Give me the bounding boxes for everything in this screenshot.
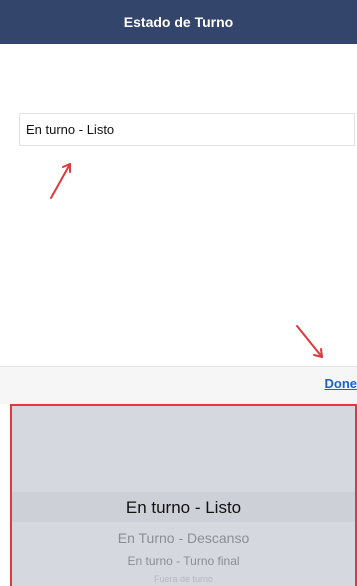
picker-toolbar: Done (0, 366, 357, 404)
picker-option[interactable]: Fuera de turno (12, 574, 355, 584)
page-title: Estado de Turno (123, 14, 234, 30)
done-button[interactable]: Done (325, 376, 357, 391)
annotation-arrow-icon (50, 163, 71, 199)
picker-option-selected[interactable]: En turno - Listo (12, 498, 355, 518)
picker-option[interactable]: En Turno - Descanso (12, 530, 355, 546)
content-area: En turno - Listo (0, 44, 357, 366)
status-picker[interactable]: En turno - Listo En Turno - Descanso En … (10, 404, 357, 586)
shift-status-value: En turno - Listo (26, 122, 115, 137)
picker-option[interactable]: En turno - Turno final (12, 554, 355, 568)
nav-bar: Estado de Turno (0, 0, 357, 44)
shift-status-field[interactable]: En turno - Listo (19, 113, 355, 146)
annotation-arrow-icon (296, 325, 323, 358)
